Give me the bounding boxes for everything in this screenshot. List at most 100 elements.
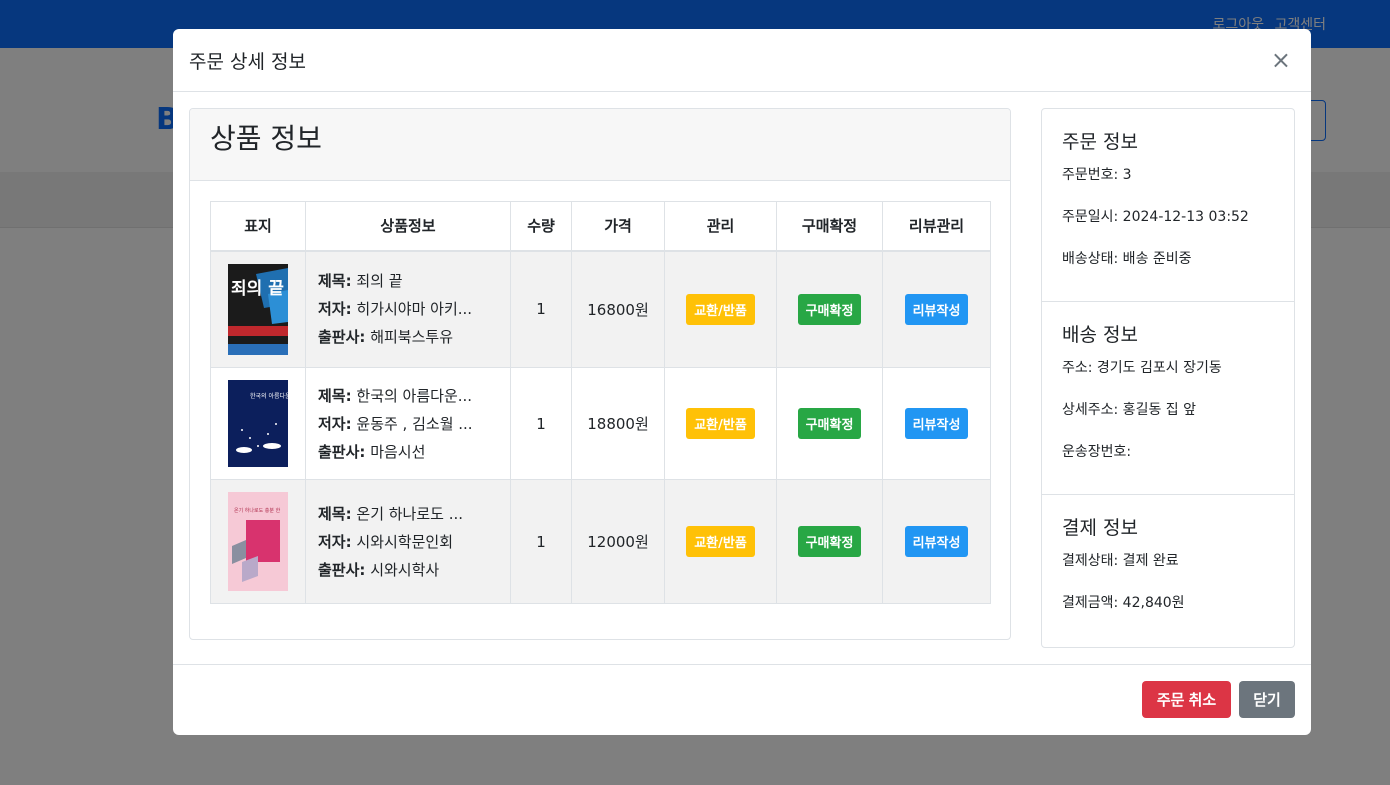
exchange-return-button[interactable]: 교환/반품 bbox=[686, 526, 755, 557]
tracking-number: 운송장번호: bbox=[1062, 444, 1132, 460]
confirm-cell: 구매확정 bbox=[776, 479, 883, 604]
shipping-info-title: 배송 정보 bbox=[1062, 324, 1138, 346]
product-card-header: 상품 정보 bbox=[190, 109, 1010, 181]
cover-text: 온기 하나로도 충분 한 bbox=[234, 507, 281, 514]
cover-text: 한국의 아름다운 시 bbox=[250, 392, 288, 400]
quantity-cell: 1 bbox=[510, 250, 572, 368]
review-cell: 리뷰작성 bbox=[882, 367, 991, 480]
order-info-section: 주문 정보 주문번호: 3 주문일시: 2024-12-13 03:52 배송상… bbox=[1042, 109, 1294, 302]
cover-cell: 한국의 아름다운 시 bbox=[210, 367, 306, 480]
book-cover-image[interactable]: 한국의 아름다운 시 bbox=[228, 380, 288, 467]
delivery-status: 배송상태: 배송 준비중 bbox=[1062, 251, 1192, 267]
title-label: 제목: bbox=[318, 504, 352, 523]
close-icon[interactable]: × bbox=[1267, 44, 1295, 76]
product-title-line: 제목: 온기 하나로도 ... bbox=[318, 500, 498, 528]
product-info-cell: 제목: 온기 하나로도 ... 저자: 시와시학문인회 출판사: 시와시학사 bbox=[305, 479, 511, 604]
order-date: 주문일시: 2024-12-13 03:52 bbox=[1062, 209, 1249, 225]
cover-text: 죄의 끝 bbox=[231, 279, 284, 299]
price-cell: 12000원 bbox=[571, 479, 665, 604]
book-cover-image[interactable]: 죄의 끝 bbox=[228, 263, 288, 355]
modal-footer: 주문 취소 닫기 bbox=[173, 664, 1311, 735]
product-publisher-line: 출판사: 마음시선 bbox=[318, 438, 498, 466]
payment-status: 결제상태: 결제 완료 bbox=[1062, 553, 1179, 569]
order-number: 주문번호: 3 bbox=[1062, 167, 1132, 183]
table-row: 죄의 끝 제목: 죄의 끝 저자: 히가시야마 아키... 출판사: 해피북스투… bbox=[210, 250, 991, 368]
title-label: 제목: bbox=[318, 386, 352, 405]
payment-info-section: 결제 정보 결제상태: 결제 완료 결제금액: 42,840원 bbox=[1042, 495, 1294, 645]
price-cell: 16800원 bbox=[571, 250, 665, 368]
shipping-detail-address: 상세주소: 홍길동 집 앞 bbox=[1062, 402, 1196, 418]
column-header: 표지 bbox=[210, 201, 306, 252]
product-title-line: 제목: 한국의 아름다운... bbox=[318, 382, 498, 410]
product-author: 시와시학문인회 bbox=[356, 532, 453, 551]
cover-cell: 죄의 끝 bbox=[210, 250, 306, 368]
payment-amount: 결제금액: 42,840원 bbox=[1062, 595, 1185, 611]
product-author-line: 저자: 시와시학문인회 bbox=[318, 528, 498, 556]
product-title: 한국의 아름다운... bbox=[356, 386, 473, 405]
modal-title: 주문 상세 정보 bbox=[189, 50, 306, 73]
author-label: 저자: bbox=[318, 300, 352, 319]
product-card-title: 상품 정보 bbox=[210, 122, 322, 155]
product-publisher: 해피북스투유 bbox=[370, 328, 453, 347]
product-info-cell: 제목: 한국의 아름다운... 저자: 윤동주 , 김소월 ... 출판사: 마… bbox=[305, 367, 511, 480]
close-button[interactable]: 닫기 bbox=[1239, 681, 1295, 718]
purchase-confirm-button[interactable]: 구매확정 bbox=[797, 293, 862, 325]
product-publisher: 마음시선 bbox=[370, 442, 426, 461]
modal-header: 주문 상세 정보 × bbox=[173, 29, 1311, 92]
exchange-return-button[interactable]: 교환/반품 bbox=[686, 408, 755, 439]
column-header: 구매확정 bbox=[776, 201, 883, 252]
order-summary-card: 주문 정보 주문번호: 3 주문일시: 2024-12-13 03:52 배송상… bbox=[1041, 108, 1295, 648]
column-header: 관리 bbox=[664, 201, 777, 252]
product-author: 윤동주 , 김소월 ... bbox=[356, 414, 473, 433]
column-header: 상품정보 bbox=[305, 201, 511, 252]
modal-body: 상품 정보 표지 상품정보 수량 가격 관리 구매확정 리뷰관리 죄의 끝 제목… bbox=[173, 92, 1311, 664]
review-cell: 리뷰작성 bbox=[882, 250, 991, 368]
product-info-cell: 제목: 죄의 끝 저자: 히가시야마 아키... 출판사: 해피북스투유 bbox=[305, 250, 511, 368]
price-cell: 18800원 bbox=[571, 367, 665, 480]
product-author: 히가시야마 아키... bbox=[356, 300, 473, 319]
author-label: 저자: bbox=[318, 532, 352, 551]
quantity-cell: 1 bbox=[510, 479, 572, 604]
order-info-title: 주문 정보 bbox=[1062, 131, 1138, 153]
product-author-line: 저자: 윤동주 , 김소월 ... bbox=[318, 410, 498, 438]
column-header: 리뷰관리 bbox=[882, 201, 991, 252]
product-publisher-line: 출판사: 해피북스투유 bbox=[318, 323, 498, 351]
publisher-label: 출판사: bbox=[318, 442, 366, 461]
product-title: 죄의 끝 bbox=[356, 272, 403, 291]
payment-info-title: 결제 정보 bbox=[1062, 517, 1138, 539]
table-header-row: 표지 상품정보 수량 가격 관리 구매확정 리뷰관리 bbox=[210, 201, 991, 252]
product-table-wrap: 표지 상품정보 수량 가격 관리 구매확정 리뷰관리 죄의 끝 제목: 죄의 끝… bbox=[210, 201, 991, 604]
write-review-button[interactable]: 리뷰작성 bbox=[904, 526, 969, 557]
review-cell: 리뷰작성 bbox=[882, 479, 991, 604]
confirm-cell: 구매확정 bbox=[776, 250, 883, 368]
manage-cell: 교환/반품 bbox=[664, 250, 777, 368]
confirm-cell: 구매확정 bbox=[776, 367, 883, 480]
purchase-confirm-button[interactable]: 구매확정 bbox=[797, 526, 862, 557]
publisher-label: 출판사: bbox=[318, 328, 366, 347]
product-publisher: 시와시학사 bbox=[370, 560, 440, 579]
publisher-label: 출판사: bbox=[318, 560, 366, 579]
product-title: 온기 하나로도 ... bbox=[356, 504, 464, 523]
shipping-info-section: 배송 정보 주소: 경기도 김포시 장기동 상세주소: 홍길동 집 앞 운송장번… bbox=[1042, 302, 1294, 495]
product-author-line: 저자: 히가시야마 아키... bbox=[318, 295, 498, 323]
purchase-confirm-button[interactable]: 구매확정 bbox=[797, 408, 862, 439]
product-table: 표지 상품정보 수량 가격 관리 구매확정 리뷰관리 죄의 끝 제목: 죄의 끝… bbox=[210, 201, 991, 604]
column-header: 가격 bbox=[571, 201, 665, 252]
book-cover-image[interactable]: 온기 하나로도 충분 한 bbox=[228, 492, 288, 591]
author-label: 저자: bbox=[318, 414, 352, 433]
write-review-button[interactable]: 리뷰작성 bbox=[904, 408, 969, 439]
product-publisher-line: 출판사: 시와시학사 bbox=[318, 556, 498, 584]
column-header: 수량 bbox=[510, 201, 572, 252]
product-title-line: 제목: 죄의 끝 bbox=[318, 267, 498, 295]
manage-cell: 교환/반품 bbox=[664, 479, 777, 604]
table-row: 온기 하나로도 충분 한 제목: 온기 하나로도 ... 저자: 시와시학문인회… bbox=[210, 479, 991, 604]
write-review-button[interactable]: 리뷰작성 bbox=[904, 293, 969, 325]
shipping-address: 주소: 경기도 김포시 장기동 bbox=[1062, 360, 1222, 376]
cancel-order-button[interactable]: 주문 취소 bbox=[1142, 681, 1231, 718]
manage-cell: 교환/반품 bbox=[664, 367, 777, 480]
table-row: 한국의 아름다운 시 제목: 한국의 아름다운... 저자: 윤동주 , 김소월… bbox=[210, 367, 991, 480]
title-label: 제목: bbox=[318, 272, 352, 291]
exchange-return-button[interactable]: 교환/반품 bbox=[686, 293, 755, 325]
quantity-cell: 1 bbox=[510, 367, 572, 480]
cover-cell: 온기 하나로도 충분 한 bbox=[210, 479, 306, 604]
